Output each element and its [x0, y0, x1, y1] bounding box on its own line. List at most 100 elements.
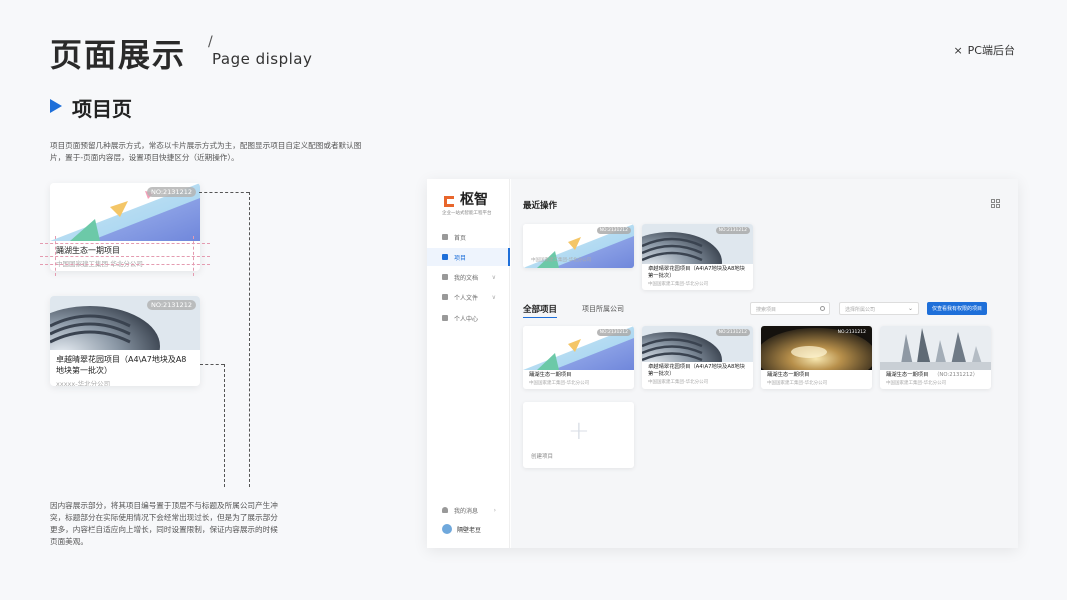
project-number-badge: NO:2131212: [837, 330, 866, 335]
sample-thumb-pipe: NO:2131212: [50, 296, 200, 350]
project-company: 中国国家建工集团-华北分公司: [886, 381, 947, 386]
section-arrow-icon: [50, 99, 62, 113]
sidebar-item-label: 项目: [454, 254, 467, 262]
project-name: 踊湖生态一期项目: [529, 372, 572, 378]
project-card[interactable]: NO:2131212 卓越晴翠花园项目（A4\A7地块及A8地块第一批次） 中国…: [642, 326, 753, 389]
thumb-pipe: NO:2131212: [642, 326, 753, 362]
main-content: 最近操作 NO:2131212 中国国家建工集团-华北分公司 NO:213121…: [511, 179, 1018, 548]
grid-view-icon[interactable]: [991, 199, 1000, 208]
thumb-triangles: NO:2131212 中国国家建工集团-华北分公司: [523, 224, 634, 268]
app-window: 枢智 企业一站式智能工程平台 首页 项目 我的文档 ∨ 个人文件 ∨ 个人中心 …: [427, 179, 1018, 548]
chevron-right-icon: ›: [493, 506, 496, 514]
create-project-label: 创建项目: [531, 454, 554, 460]
user-profile[interactable]: 隔壁老豆: [427, 520, 510, 538]
recent-card[interactable]: NO:2131212 卓越晴翠花园项目（A4\A7地块及A8地块第一批次） 中国…: [642, 224, 753, 290]
page-subtitle: Page display: [212, 50, 313, 68]
logo-text: 枢智: [460, 192, 488, 208]
sidebar-item-projects[interactable]: 项目: [427, 248, 510, 266]
logo[interactable]: 枢智: [442, 189, 488, 209]
project-card[interactable]: 踊湖生态一期项目 （NO:2131212） 中国国家建工集团-华北分公司: [880, 326, 991, 389]
project-number-badge: NO:2131212: [596, 227, 631, 234]
guide-line: [55, 236, 56, 276]
logo-icon: [442, 193, 456, 207]
sidebar-item-messages[interactable]: 我的消息 ›: [427, 501, 510, 519]
sidebar: 枢智 企业一站式智能工程平台 首页 项目 我的文档 ∨ 个人文件 ∨ 个人中心 …: [427, 179, 510, 548]
recent-title: 最近操作: [523, 201, 558, 211]
platform-label: PC端后台: [967, 44, 1015, 57]
project-company: 中国国家建工集团-华北分公司: [529, 381, 590, 386]
search-input[interactable]: 搜索项目: [750, 302, 830, 315]
project-name: 卓越晴翠花园项目（A4\A7地块及A8地块第一批次）: [648, 364, 745, 377]
thumb-lens: NO:2131212: [761, 326, 872, 370]
project-card[interactable]: NO:2131212 踊湖生态一期项目 中国国家建工集团-华北分公司: [523, 326, 634, 389]
project-company: 中国国家建工集团-华北分公司: [648, 380, 709, 385]
chevron-down-icon: ⌄: [907, 305, 913, 312]
sidebar-item-home[interactable]: 首页: [427, 228, 510, 246]
thumb-triangles: NO:2131212: [523, 326, 634, 370]
sample-thumb-triangles: NO:2131212: [50, 183, 200, 241]
project-number-badge: NO:2131212: [146, 187, 196, 197]
sample-card-1: NO:2131212 踊湖生态一期项目 中国国家建工集团-华北分公司: [50, 183, 200, 271]
sidebar-item-label: 个人文件: [454, 294, 479, 302]
thumb-city: [880, 326, 991, 370]
connector-line: [200, 364, 224, 365]
search-icon: [820, 306, 825, 311]
user-name: 隔壁老豆: [457, 526, 482, 534]
note-description: 因内容展示部分，将其项目编号置于顶层不与标题及所属公司产生冲突，标题部分在实际使…: [50, 501, 278, 546]
chevron-down-icon: ∨: [491, 293, 496, 301]
guide-line: [193, 236, 194, 276]
person-file-icon: [442, 294, 448, 300]
platform-tag: × PC端后台: [953, 42, 1015, 58]
project-name: 踊湖生态一期项目: [767, 372, 810, 378]
sidebar-item-label: 首页: [454, 234, 467, 242]
thumb-pipe: NO:2131212: [642, 224, 753, 264]
project-company: xxxxx-华北分公司: [56, 380, 111, 386]
project-name: 卓越晴翠花园项目（A4\A7地块及A8地块第一批次）: [56, 355, 187, 375]
avatar: [442, 524, 452, 534]
sidebar-item-label: 我的文档: [454, 274, 479, 282]
project-number-badge: NO:2131212: [146, 300, 196, 310]
home-icon: [442, 234, 448, 240]
sidebar-item-label: 我的消息: [454, 507, 479, 515]
only-mine-button[interactable]: 仅查看我有权限的项目: [927, 302, 988, 315]
section-title: 项目页: [72, 97, 132, 121]
sidebar-item-label: 个人中心: [454, 315, 479, 323]
project-number-badge: NO:2131212: [715, 227, 750, 234]
project-icon: [442, 254, 448, 260]
project-company: 中国国家建工集团-华北分公司: [648, 282, 709, 287]
create-project-card[interactable]: + 创建项目: [523, 402, 634, 468]
sidebar-item-personal-files[interactable]: 个人文件 ∨: [427, 288, 510, 306]
guide-line: [40, 243, 210, 244]
project-number-badge: NO:2131212: [596, 329, 631, 336]
guide-line: [40, 256, 210, 257]
sample-card-2: NO:2131212 卓越晴翠花园项目（A4\A7地块及A8地块第一批次） xx…: [50, 296, 200, 386]
recent-card[interactable]: NO:2131212 中国国家建工集团-华北分公司: [523, 224, 634, 268]
bell-icon: [442, 507, 448, 513]
logo-subtitle: 企业一站式智能工程平台: [442, 211, 492, 216]
plus-icon: +: [568, 416, 590, 446]
guide-line: [40, 264, 210, 265]
connector-line: [249, 192, 250, 487]
section-description: 项目页面预留几种展示方式，常态以卡片展示方式为主，配图显示项目自定义配图或者默认…: [50, 141, 362, 162]
project-card[interactable]: NO:2131212 踊湖生态一期项目 中国国家建工集团-华北分公司: [761, 326, 872, 389]
sidebar-item-profile[interactable]: 个人中心: [427, 309, 510, 327]
project-name: 卓越晴翠花园项目（A4\A7地块及A8地块第一批次）: [648, 266, 745, 279]
page-title: 页面展示: [50, 36, 187, 74]
connector-line: [199, 192, 249, 193]
company-select[interactable]: 选择所属公司 ⌄: [839, 302, 919, 315]
title-slash: /: [208, 34, 213, 50]
project-name: 踊湖生态一期项目 （NO:2131212）: [886, 372, 979, 378]
tab-company[interactable]: 项目所属公司: [582, 304, 624, 314]
search-placeholder: 搜索项目: [756, 307, 777, 313]
close-icon: ×: [953, 44, 963, 57]
chevron-down-icon: ∨: [491, 273, 496, 281]
sidebar-item-documents[interactable]: 我的文档 ∨: [427, 268, 510, 286]
person-icon: [442, 315, 448, 321]
select-placeholder: 选择所属公司: [845, 307, 876, 313]
project-company: 中国国家建工集团-华北分公司: [767, 381, 828, 386]
tab-all-projects[interactable]: 全部项目: [523, 303, 558, 318]
document-icon: [442, 274, 448, 280]
project-company: 中国国家建工集团-华北分公司: [531, 258, 592, 263]
connector-line: [224, 364, 225, 487]
project-number-badge: NO:2131212: [715, 329, 750, 336]
